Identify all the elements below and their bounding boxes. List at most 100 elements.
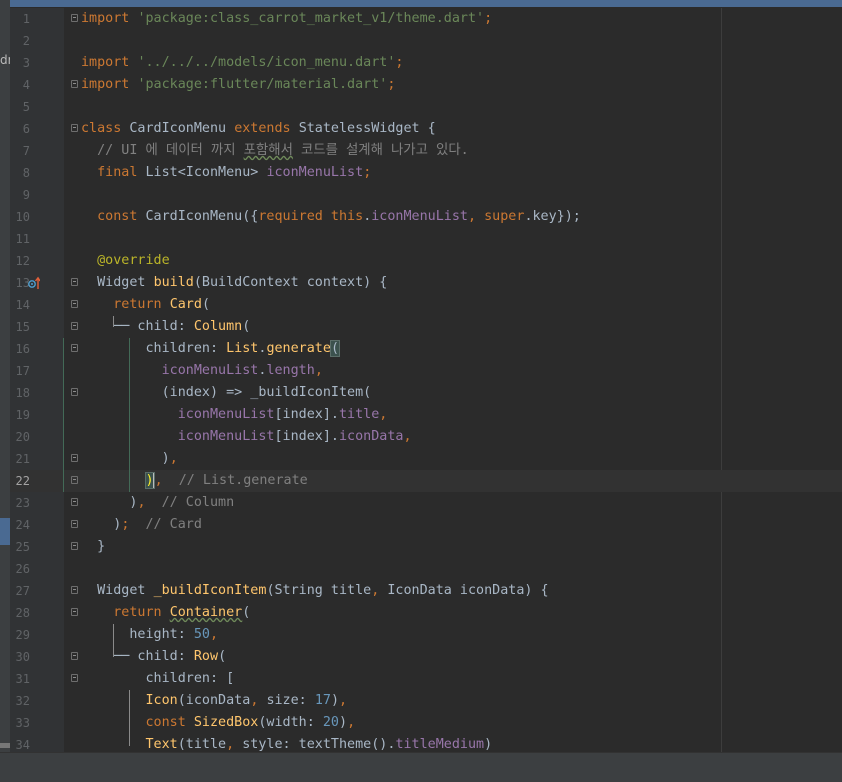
fold-marker-icon[interactable]: [71, 608, 78, 616]
line-number[interactable]: 14: [10, 294, 30, 316]
code-line[interactable]: 31 children: [: [10, 668, 842, 690]
code-line[interactable]: 14 return Card(: [10, 294, 842, 316]
code-line[interactable]: 32 Icon(iconData, size: 17),: [10, 690, 842, 712]
line-number[interactable]: 33: [10, 712, 30, 734]
code-line[interactable]: 9: [10, 184, 842, 206]
line-number[interactable]: 30: [10, 646, 30, 668]
code-editor[interactable]: 1 import 'package:class_carrot_market_v1/…: [10, 8, 842, 752]
code-line[interactable]: 34 Text(title, style: textTheme().titleM…: [10, 734, 842, 752]
code-line[interactable]: 11: [10, 228, 842, 250]
code-token: ,: [210, 627, 219, 642]
code-token: // List.generate: [162, 473, 308, 488]
code-line[interactable]: 25 }: [10, 536, 842, 558]
line-number[interactable]: 24: [10, 514, 30, 536]
code-line[interactable]: 33 const SizedBox(width: 20),: [10, 712, 842, 734]
code-line[interactable]: 7 // UI 에 데이터 까지 포함해서 코드를 설계해 나가고 있다.: [10, 140, 842, 162]
code-line[interactable]: 23 ), // Column: [10, 492, 842, 514]
fold-marker-icon[interactable]: [71, 80, 78, 88]
code-token: ,: [347, 715, 356, 730]
line-number[interactable]: 26: [10, 558, 30, 580]
code-text: children: [: [81, 668, 234, 690]
code-text: return Container(: [81, 602, 250, 624]
line-number[interactable]: 6: [10, 118, 30, 140]
line-number[interactable]: 7: [10, 140, 30, 162]
fold-marker-icon[interactable]: [71, 652, 78, 660]
fold-marker-icon[interactable]: [71, 14, 78, 22]
line-number[interactable]: 3: [10, 52, 30, 74]
code-line[interactable]: 15 ── child: Column(: [10, 316, 842, 338]
line-number[interactable]: 5: [10, 96, 30, 118]
fold-marker-icon[interactable]: [71, 520, 78, 528]
fold-marker-icon[interactable]: [71, 586, 78, 594]
code-token: length: [266, 363, 315, 378]
line-number[interactable]: 22: [10, 470, 30, 492]
fold-marker-icon[interactable]: [71, 322, 78, 330]
code-token: @override: [81, 253, 170, 268]
line-number[interactable]: 28: [10, 602, 30, 624]
fold-marker-icon[interactable]: [71, 542, 78, 550]
code-line[interactable]: 22 ), // List.generate: [10, 470, 842, 492]
code-line[interactable]: 4 import 'package:flutter/material.dart';: [10, 74, 842, 96]
code-line[interactable]: 30 ── child: Row(: [10, 646, 842, 668]
fold-marker-icon[interactable]: [71, 278, 78, 286]
line-number[interactable]: 11: [10, 228, 30, 250]
line-number[interactable]: 25: [10, 536, 30, 558]
code-line[interactable]: 27 Widget _buildIconItem(String title, I…: [10, 580, 842, 602]
line-number[interactable]: 12: [10, 250, 30, 272]
code-token: import: [81, 11, 138, 26]
code-line[interactable]: 17 iconMenuList.length,: [10, 360, 842, 382]
fold-marker-icon[interactable]: [71, 454, 78, 462]
line-number[interactable]: 17: [10, 360, 30, 382]
line-number[interactable]: 31: [10, 668, 30, 690]
code-line[interactable]: 28 return Container(: [10, 602, 842, 624]
line-number[interactable]: 9: [10, 184, 30, 206]
line-number[interactable]: 21: [10, 448, 30, 470]
line-number[interactable]: 27: [10, 580, 30, 602]
line-number[interactable]: 2: [10, 30, 30, 52]
code-line[interactable]: 18 (index) => _buildIconItem(: [10, 382, 842, 404]
line-number[interactable]: 20: [10, 426, 30, 448]
code-line[interactable]: 19 iconMenuList[index].title,: [10, 404, 842, 426]
code-line[interactable]: 20 iconMenuList[index].iconData,: [10, 426, 842, 448]
line-number[interactable]: 15: [10, 316, 30, 338]
code-line[interactable]: 10 const CardIconMenu({required this.ico…: [10, 206, 842, 228]
fold-marker-icon[interactable]: [71, 498, 78, 506]
override-gutter-icon[interactable]: [28, 276, 40, 290]
line-number[interactable]: 4: [10, 74, 30, 96]
code-text: @override: [81, 250, 170, 272]
code-token: ;: [484, 11, 493, 26]
code-line[interactable]: 6 class CardIconMenu extends StatelessWid…: [10, 118, 842, 140]
code-line[interactable]: 16 children: List.generate(: [10, 338, 842, 360]
line-number[interactable]: 1: [10, 8, 30, 30]
line-number[interactable]: 23: [10, 492, 30, 514]
line-number[interactable]: 16: [10, 338, 30, 360]
fold-marker-icon[interactable]: [71, 344, 78, 352]
line-number[interactable]: 19: [10, 404, 30, 426]
left-tool-window-strip[interactable]: dr: [0, 0, 13, 781]
line-number[interactable]: 29: [10, 624, 30, 646]
fold-marker-icon[interactable]: [71, 476, 78, 484]
code-line[interactable]: 5: [10, 96, 842, 118]
code-line[interactable]: 3 import '../../../models/icon_menu.dart'…: [10, 52, 842, 74]
code-token: ,: [314, 363, 323, 378]
fold-marker-icon[interactable]: [71, 300, 78, 308]
line-number[interactable]: 32: [10, 690, 30, 712]
code-line[interactable]: 12 @override: [10, 250, 842, 272]
line-number[interactable]: 10: [10, 206, 30, 228]
line-number[interactable]: 13: [10, 272, 30, 294]
code-line[interactable]: 13 Widget build(BuildContext context) {: [10, 272, 842, 294]
line-number[interactable]: 34: [10, 734, 30, 752]
code-token: ,: [154, 473, 163, 488]
code-line[interactable]: 29 height: 50,: [10, 624, 842, 646]
fold-marker-icon[interactable]: [71, 124, 78, 132]
line-number[interactable]: 18: [10, 382, 30, 404]
line-number[interactable]: 8: [10, 162, 30, 184]
code-line[interactable]: 1 import 'package:class_carrot_market_v1/…: [10, 8, 842, 30]
code-line[interactable]: 26: [10, 558, 842, 580]
code-line[interactable]: 2: [10, 30, 842, 52]
fold-marker-icon[interactable]: [71, 388, 78, 396]
code-line[interactable]: 24 ); // Card: [10, 514, 842, 536]
code-line[interactable]: 21 ),: [10, 448, 842, 470]
code-line[interactable]: 8 final List<IconMenu> iconMenuList;: [10, 162, 842, 184]
fold-marker-icon[interactable]: [71, 674, 78, 682]
